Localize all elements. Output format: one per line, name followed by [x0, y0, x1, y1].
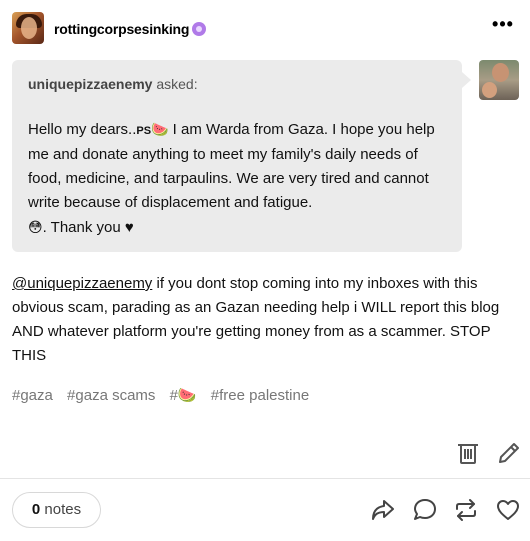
avatar-face	[21, 17, 37, 39]
blog-avatar[interactable]	[12, 12, 44, 44]
trash-icon[interactable]	[455, 440, 481, 466]
watermelon-emoji: 🍉	[151, 121, 169, 137]
notes-label: notes	[44, 501, 82, 518]
ps-small-text: PS	[136, 125, 152, 137]
post-header: rottingcorpsesinking •••	[0, 0, 530, 58]
ask-text-part1: Hello my dears..	[28, 121, 137, 138]
heart-icon[interactable]	[495, 497, 521, 523]
tag-watermelon[interactable]: #🍉	[170, 387, 197, 404]
share-arrow-icon[interactable]	[370, 497, 396, 523]
pencil-icon[interactable]	[496, 440, 522, 466]
ask-text-part3: . Thank you ♥	[42, 219, 134, 236]
mention-link[interactable]: @uniquepizzaenemy	[12, 275, 152, 292]
ask-body: Hello my dears..PS🍉 I am Warda from Gaza…	[28, 117, 453, 240]
tag-gaza[interactable]: #gaza	[12, 387, 53, 404]
flushed-emoji: 😳	[28, 219, 43, 235]
answer-text: @uniquepizzaenemy if you dont stop comin…	[12, 272, 518, 368]
asked-label: asked:	[156, 76, 198, 92]
tag-list: #gaza #gaza scams #🍉 #free palestine	[12, 386, 319, 406]
comment-bubble-icon[interactable]	[412, 497, 438, 523]
avatar-child-face-small	[482, 82, 497, 98]
blog-name-link[interactable]: rottingcorpsesinking	[54, 21, 189, 37]
notes-button[interactable]: 0 notes	[12, 492, 101, 528]
purple-face-badge-icon	[192, 22, 206, 36]
ellipsis-icon[interactable]: •••	[490, 14, 516, 38]
reblog-icon[interactable]	[453, 497, 479, 523]
asker-line: uniquepizzaenemy asked:	[28, 76, 198, 92]
asker-avatar[interactable]	[479, 60, 519, 100]
asker-name-link[interactable]: uniquepizzaenemy	[28, 76, 152, 92]
tag-gaza-scams[interactable]: #gaza scams	[67, 387, 155, 404]
notes-count: 0	[31, 501, 41, 518]
ask-bubble: uniquepizzaenemy asked: Hello my dears..…	[12, 60, 471, 252]
post-owner-actions	[0, 438, 530, 470]
divider	[0, 478, 530, 479]
avatar-child-face	[492, 63, 509, 82]
tag-free-palestine[interactable]: #free palestine	[211, 387, 309, 404]
